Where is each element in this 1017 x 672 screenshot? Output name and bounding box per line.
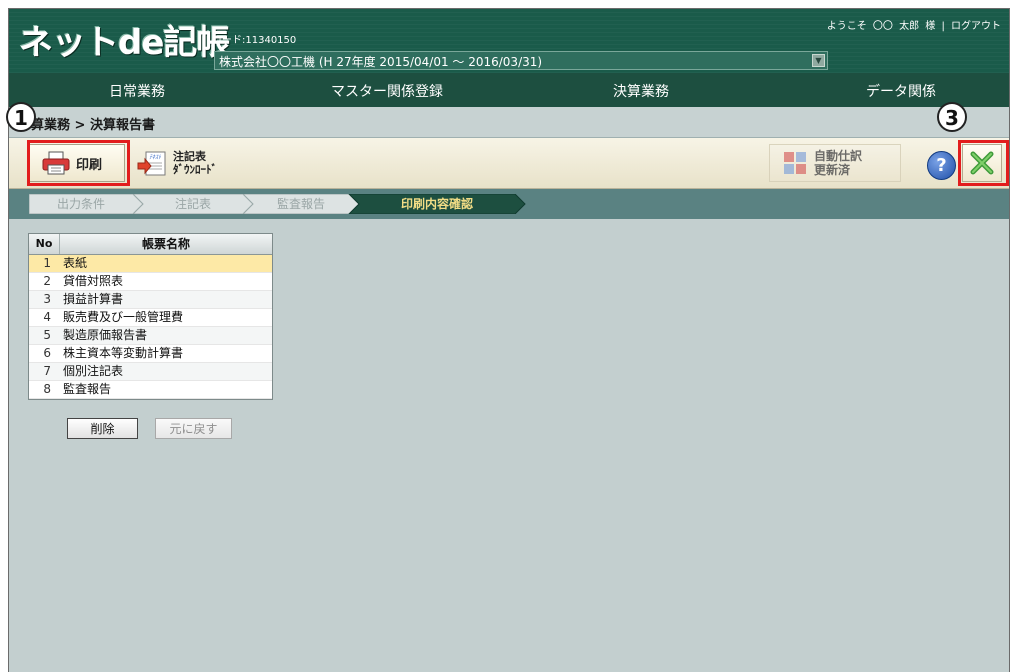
table-row[interactable]: 1 表紙 [29,255,272,273]
step-marker-1: 1 [6,102,36,132]
close-icon [970,151,994,175]
table-row[interactable]: 4 販売費及び一般管理費 [29,309,272,327]
help-button[interactable]: ? [927,151,956,180]
step-label-0: 出力条件 [57,197,105,211]
notes-download-label: 注記表 ﾀﾞｳﾝﾛｰﾄﾞ [173,150,217,176]
step-indicator: 出力条件 注記表 監査報告 印刷内容確認 [29,194,526,214]
menu-item-data[interactable]: データ関係 [866,81,936,101]
step-label-2: 監査報告 [277,196,325,211]
breadcrumb: 算業務 > 決算報告書 [31,118,155,133]
user-logout-bar[interactable]: ようこそ 〇〇 太郎 様 | ログアウト [827,17,1001,32]
table-body: 1 表紙 2 貸借対照表 3 損益計算書 4 販売費及び一般管理費 5 製造原価報告書 6 株主資本等… [29,255,272,399]
step-label-3: 印刷内容確認 [401,196,473,211]
row-number: 2 [43,274,51,288]
auto-journal-label: 自動仕訳 更新済 [814,149,863,177]
row-number: 3 [43,292,51,306]
download-document-icon: ﾃｷｽﾄ [137,151,166,176]
row-number: 6 [43,346,51,360]
row-number: 7 [43,364,51,378]
column-header-name: 帳票名称 [141,237,190,251]
row-number: 5 [43,328,51,342]
table-row[interactable]: 6 株主資本等変動計算書 [29,345,272,363]
table-row[interactable]: 5 製造原価報告書 [29,327,272,345]
report-list-table: No 帳票名称 1 表紙 2 貸借対照表 3 損益計算書 4 販売費及び一般管理費 5 製造原価報… [28,233,273,400]
step-bar: 出力条件 注記表 監査報告 印刷内容確認 [9,189,1009,219]
row-report-name: 株主資本等変動計算書 [63,346,184,360]
row-report-name: 製造原価報告書 [63,328,148,342]
table-row[interactable]: 3 損益計算書 [29,291,272,309]
app-logo: ネットde記帳 [19,23,230,63]
row-number: 4 [43,310,51,324]
row-report-name: 個別注記表 [63,364,124,378]
row-number: 1 [43,256,51,270]
row-report-name: 表紙 [63,256,88,270]
question-icon: ? [936,155,947,176]
delete-button[interactable]: 削除 [67,418,138,439]
column-header-no: No [29,234,60,254]
auto-journal-icon [784,152,806,174]
menu-item-closing[interactable]: 決算業務 [613,81,669,101]
chevron-down-icon[interactable]: ▼ [812,54,825,67]
svg-text:ﾃｷｽﾄ: ﾃｷｽﾄ [149,154,162,161]
client-code: コード:11340150 [212,35,297,46]
step-marker-3: 3 [937,102,967,132]
table-row[interactable]: 8 監査報告 [29,381,272,399]
app-window: ネットde記帳 コード:11340150 株式会社〇〇工機 (H 27年度 20… [8,8,1010,672]
printer-icon [42,151,70,175]
revert-button: 元に戻す [155,418,232,439]
step-label-1: 注記表 [175,196,211,211]
company-select[interactable]: 株式会社〇〇工機 (H 27年度 2015/04/01 ～ 2016/03/31… [214,51,828,70]
table-header: No 帳票名称 [29,234,272,255]
toolbar: 印刷 ﾃｷｽﾄ 注記表 ﾀﾞｳﾝﾛｰﾄﾞ 自動仕訳 更新済 ? [9,138,1009,189]
company-select-value: 株式会社〇〇工機 (H 27年度 2015/04/01 ～ 2016/03/31… [219,55,543,69]
row-report-name: 販売費及び一般管理費 [63,310,184,324]
row-report-name: 監査報告 [63,382,112,396]
row-number: 8 [43,382,51,396]
menu-item-daily[interactable]: 日常業務 [109,81,165,101]
table-row[interactable]: 2 貸借対照表 [29,273,272,291]
row-report-name: 貸借対照表 [63,274,124,288]
table-row[interactable]: 7 個別注記表 [29,363,272,381]
app-header: ネットde記帳 コード:11340150 株式会社〇〇工機 (H 27年度 20… [9,9,1009,73]
notes-download-button[interactable]: ﾃｷｽﾄ 注記表 ﾀﾞｳﾝﾛｰﾄﾞ [133,144,230,182]
auto-journal-button[interactable]: 自動仕訳 更新済 [769,144,901,182]
breadcrumb-bar: 算業務 > 決算報告書 [9,107,1009,138]
main-menu: 日常業務 マスター関係登録 決算業務 データ関係 [9,73,1009,107]
row-report-name: 損益計算書 [63,292,124,306]
print-button[interactable]: 印刷 [29,144,125,182]
print-button-label: 印刷 [76,157,103,173]
menu-item-master[interactable]: マスター関係登録 [331,81,443,101]
close-button[interactable] [962,144,1002,182]
